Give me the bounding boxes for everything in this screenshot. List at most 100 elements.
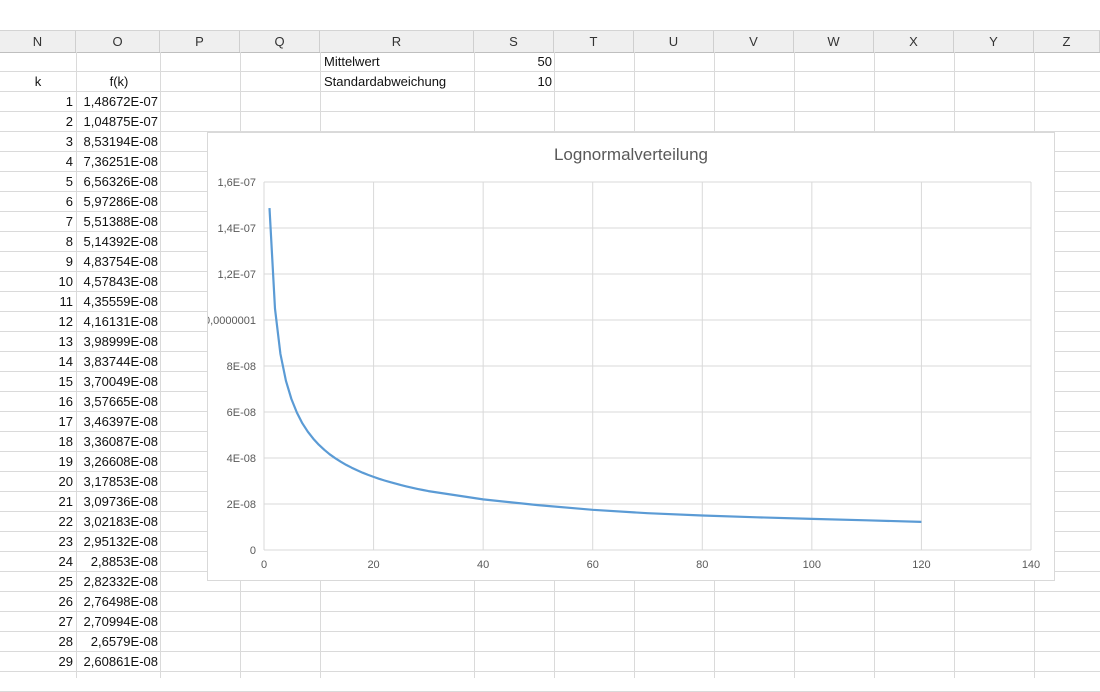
x-tick-label: 0 <box>261 559 267 571</box>
header-k[interactable]: k <box>0 72 76 92</box>
param-value-mittelwert[interactable]: 50 <box>475 52 555 72</box>
param-label-standardabweichung[interactable]: Standardabweichung <box>321 72 471 92</box>
gridline-row <box>0 91 1100 92</box>
cell-fk[interactable]: 4,35559E-08 <box>77 292 161 312</box>
column-header-n[interactable]: N <box>0 31 76 52</box>
param-value-standardabweichung[interactable]: 10 <box>475 72 555 92</box>
cell-fk[interactable]: 5,97286E-08 <box>77 192 161 212</box>
cell-fk[interactable]: 3,09736E-08 <box>77 492 161 512</box>
cell-fk[interactable]: 4,16131E-08 <box>77 312 161 332</box>
cell-fk[interactable]: 2,70994E-08 <box>77 612 161 632</box>
cell-fk[interactable]: 3,83744E-08 <box>77 352 161 372</box>
cell-k[interactable]: 7 <box>0 212 76 232</box>
column-header-u[interactable]: U <box>634 31 714 52</box>
cell-fk[interactable]: 6,56326E-08 <box>77 172 161 192</box>
x-tick-label: 120 <box>912 559 930 571</box>
cell-k[interactable]: 20 <box>0 472 76 492</box>
cell-k[interactable]: 5 <box>0 172 76 192</box>
chart-lognormal[interactable]: Lognormalverteilung 0 2E-08 4E-08 6E-08 8E-0… <box>207 132 1055 581</box>
cell-fk[interactable]: 3,98999E-08 <box>77 332 161 352</box>
cell-fk[interactable]: 4,83754E-08 <box>77 252 161 272</box>
gridline-row <box>0 671 1100 672</box>
cell-fk[interactable]: 1,48672E-07 <box>77 92 161 112</box>
column-header-z[interactable]: Z <box>1034 31 1100 52</box>
cell-k[interactable]: 18 <box>0 432 76 452</box>
cell-k[interactable]: 22 <box>0 512 76 532</box>
cell-k[interactable]: 28 <box>0 632 76 652</box>
x-tick-label: 100 <box>803 559 821 571</box>
column-header-r[interactable]: R <box>320 31 474 52</box>
cell-k[interactable]: 27 <box>0 612 76 632</box>
column-header-o[interactable]: O <box>76 31 160 52</box>
y-tick-label: 1,4E-07 <box>217 223 256 235</box>
cell-fk[interactable]: 2,8853E-08 <box>77 552 161 572</box>
x-tick-label: 60 <box>587 559 599 571</box>
column-header-s[interactable]: S <box>474 31 554 52</box>
cell-k[interactable]: 24 <box>0 552 76 572</box>
column-header-bar: NOPQRSTUVWXYZ <box>0 30 1100 53</box>
gridline-row <box>0 591 1100 592</box>
column-header-p[interactable]: P <box>160 31 240 52</box>
cell-k[interactable]: 14 <box>0 352 76 372</box>
cell-fk[interactable]: 2,6579E-08 <box>77 632 161 652</box>
cell-k[interactable]: 8 <box>0 232 76 252</box>
cell-k[interactable]: 15 <box>0 372 76 392</box>
cell-k[interactable]: 9 <box>0 252 76 272</box>
toolbar-strip <box>0 0 1100 30</box>
cell-k[interactable]: 10 <box>0 272 76 292</box>
cell-fk[interactable]: 2,95132E-08 <box>77 532 161 552</box>
cell-fk[interactable]: 5,14392E-08 <box>77 232 161 252</box>
param-label-mittelwert[interactable]: Mittelwert <box>321 52 471 72</box>
cell-fk[interactable]: 1,04875E-07 <box>77 112 161 132</box>
cell-k[interactable]: 17 <box>0 412 76 432</box>
column-header-t[interactable]: T <box>554 31 634 52</box>
y-tick-label: 0 <box>250 545 256 557</box>
cell-fk[interactable]: 3,57665E-08 <box>77 392 161 412</box>
y-tick-label: 1,2E-07 <box>217 269 256 281</box>
cell-k[interactable]: 4 <box>0 152 76 172</box>
cell-fk[interactable]: 4,57843E-08 <box>77 272 161 292</box>
cell-fk[interactable]: 3,70049E-08 <box>77 372 161 392</box>
cell-k[interactable]: 23 <box>0 532 76 552</box>
y-tick-label: 4E-08 <box>227 453 256 465</box>
header-fk[interactable]: f(k) <box>77 72 161 92</box>
gridline-row <box>0 651 1100 652</box>
column-header-v[interactable]: V <box>714 31 794 52</box>
column-header-w[interactable]: W <box>794 31 874 52</box>
cell-k[interactable]: 1 <box>0 92 76 112</box>
cell-fk[interactable]: 8,53194E-08 <box>77 132 161 152</box>
gridline-row <box>0 111 1100 112</box>
cell-fk[interactable]: 2,60861E-08 <box>77 652 161 672</box>
cell-k[interactable]: 3 <box>0 132 76 152</box>
column-header-q[interactable]: Q <box>240 31 320 52</box>
cell-k[interactable]: 26 <box>0 592 76 612</box>
y-tick-label: 0,0000001 <box>208 315 256 327</box>
cell-fk[interactable]: 3,46397E-08 <box>77 412 161 432</box>
cell-fk[interactable]: 7,36251E-08 <box>77 152 161 172</box>
cell-k[interactable]: 6 <box>0 192 76 212</box>
gridline-row <box>0 71 1100 72</box>
cell-k[interactable]: 13 <box>0 332 76 352</box>
column-header-y[interactable]: Y <box>954 31 1034 52</box>
cell-k[interactable]: 29 <box>0 652 76 672</box>
y-tick-label: 1,6E-07 <box>217 177 256 189</box>
cell-fk[interactable]: 3,26608E-08 <box>77 452 161 472</box>
x-tick-label: 20 <box>367 559 379 571</box>
gridline-row <box>0 631 1100 632</box>
cell-fk[interactable]: 2,82332E-08 <box>77 572 161 592</box>
cell-k[interactable]: 19 <box>0 452 76 472</box>
y-tick-label: 2E-08 <box>227 499 256 511</box>
cell-k[interactable]: 21 <box>0 492 76 512</box>
cell-fk[interactable]: 3,17853E-08 <box>77 472 161 492</box>
chart-plot: 0 2E-08 4E-08 6E-08 8E-08 0,0000001 1,2E-07 1,4… <box>208 177 1040 571</box>
cell-fk[interactable]: 3,36087E-08 <box>77 432 161 452</box>
cell-k[interactable]: 11 <box>0 292 76 312</box>
cell-k[interactable]: 25 <box>0 572 76 592</box>
cell-fk[interactable]: 3,02183E-08 <box>77 512 161 532</box>
cell-fk[interactable]: 5,51388E-08 <box>77 212 161 232</box>
column-header-x[interactable]: X <box>874 31 954 52</box>
cell-k[interactable]: 16 <box>0 392 76 412</box>
cell-k[interactable]: 12 <box>0 312 76 332</box>
cell-fk[interactable]: 2,76498E-08 <box>77 592 161 612</box>
cell-k[interactable]: 2 <box>0 112 76 132</box>
